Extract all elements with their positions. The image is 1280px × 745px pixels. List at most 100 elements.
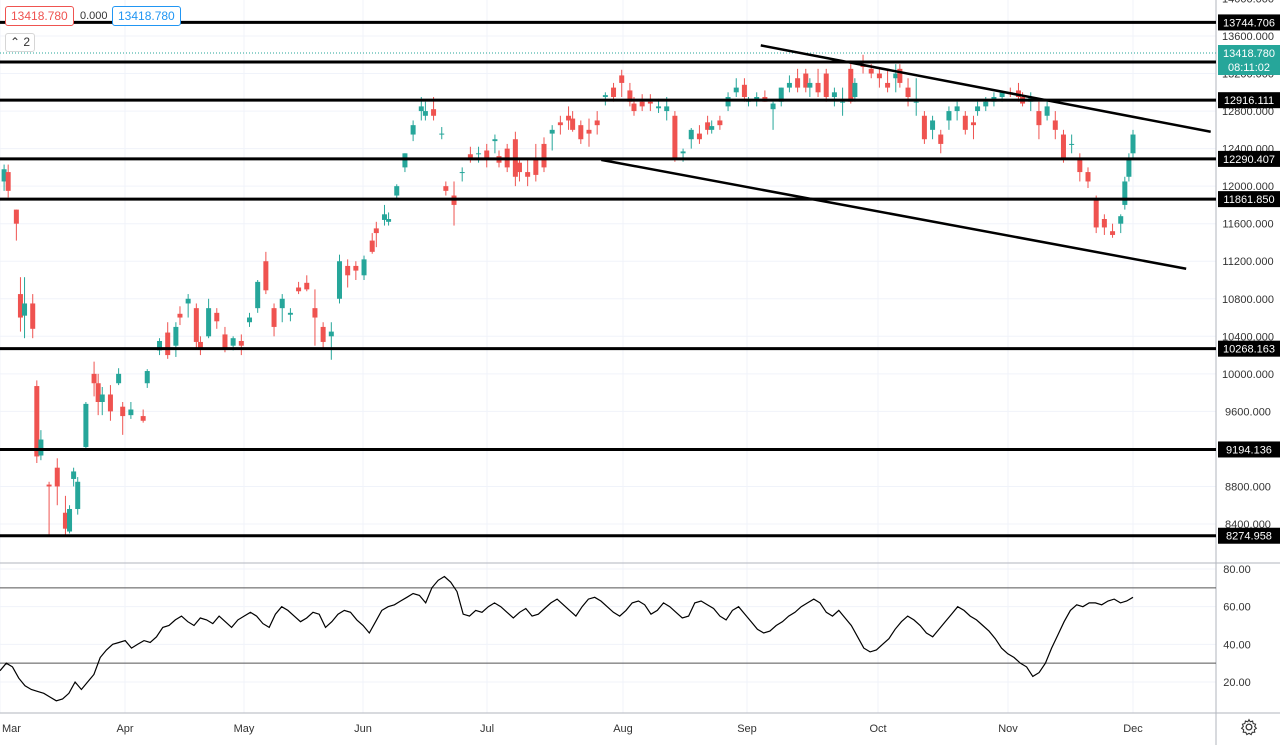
candle-down (165, 332, 171, 356)
time-axis-label: Apr (116, 723, 133, 735)
candle-down (885, 82, 891, 88)
candle-up (422, 111, 428, 116)
candle-down (815, 82, 821, 93)
candle-up (680, 151, 686, 154)
last-price-badge: 13418.780 (112, 6, 181, 26)
candle-up (664, 106, 670, 112)
candle-up (1044, 106, 1050, 116)
candle-up (128, 409, 134, 416)
countdown-label: 08:11:02 (1228, 62, 1270, 74)
candle-up (602, 95, 608, 97)
ohlc-close-badge: 13418.780 (5, 6, 74, 26)
candle-up (930, 120, 936, 130)
time-axis-label: Jul (480, 723, 494, 735)
candle-up (840, 101, 846, 103)
ohlc-change-value: 0.000 (80, 10, 108, 22)
candle-down (717, 120, 723, 126)
rsi-tick-label: 60.00 (1223, 602, 1251, 614)
candle-down (611, 87, 617, 97)
rsi-tick-label: 20.00 (1223, 677, 1251, 689)
candle-down (795, 78, 801, 88)
price-tick-label: 10000.000 (1222, 369, 1274, 381)
candle-down (1036, 111, 1042, 126)
chart-container[interactable]: 14000.00013600.00013200.00012800.0001240… (0, 0, 1280, 745)
time-axis-label: Oct (869, 723, 886, 735)
candle-up (913, 101, 919, 103)
candle-up (807, 82, 813, 88)
candle-up (831, 92, 837, 97)
candle-down (304, 282, 310, 290)
studies-count: 2 (23, 35, 31, 49)
rsi-tick-label: 80.00 (1223, 564, 1251, 576)
gear-icon[interactable] (1240, 718, 1258, 736)
chart-canvas[interactable]: 14000.00013600.00013200.00012800.0001240… (0, 0, 1280, 745)
candle-up (328, 331, 334, 337)
candle-up (656, 106, 662, 109)
candle-up (709, 126, 715, 130)
candle-up (206, 308, 212, 337)
candle-up (71, 471, 77, 479)
level-label: 10268.163 (1223, 344, 1275, 356)
candle-up (688, 129, 694, 140)
price-tick-label: 13600.000 (1222, 31, 1274, 43)
level-label: 11861.850 (1223, 194, 1274, 206)
candle-up (1130, 134, 1136, 154)
level-label: 8274.958 (1226, 531, 1272, 543)
candle-down (1110, 231, 1116, 235)
candle-up (230, 338, 236, 346)
candle-down (238, 341, 244, 346)
price-tick-label: 11200.000 (1222, 256, 1273, 268)
level-label: 12290.407 (1223, 154, 1275, 166)
candle-down (586, 129, 592, 134)
candle-down (431, 109, 437, 116)
candle-up (38, 439, 44, 456)
level-label: 9194.136 (1226, 444, 1272, 456)
candle-up (185, 298, 191, 304)
candle-down (484, 150, 490, 158)
candle-down (594, 120, 600, 126)
time-axis-label: Jun (354, 723, 372, 735)
level-label: 13744.706 (1223, 17, 1275, 29)
candle-down (672, 115, 678, 158)
price-tick-label: 8800.000 (1225, 481, 1271, 493)
candle-down (120, 406, 126, 417)
candle-down (91, 373, 97, 384)
price-tick-label: 11600.000 (1222, 219, 1273, 231)
time-axis-label: Aug (613, 723, 633, 735)
candle-up (67, 508, 73, 532)
candle-down (578, 125, 584, 140)
candle-up (418, 106, 424, 112)
candle-down (962, 115, 968, 130)
candle-down (696, 133, 702, 140)
candle-up (83, 403, 89, 448)
level-label: 12916.111 (1224, 95, 1274, 107)
candle-down (13, 209, 19, 224)
candle-down (516, 162, 522, 173)
candle-down (443, 186, 449, 191)
candle-down (30, 303, 36, 329)
candle-up (116, 373, 122, 384)
candle-up (75, 481, 81, 509)
candle-down (5, 172, 11, 191)
candle-up (1069, 143, 1075, 145)
candle-up (983, 101, 989, 107)
rsi-tick-label: 40.00 (1223, 639, 1251, 651)
candle-up (439, 133, 445, 135)
candle-up (1126, 158, 1132, 177)
candle-up (144, 371, 150, 384)
studies-toggle-button[interactable]: ⌃ 2 (5, 33, 36, 52)
price-tick-label: 14000.000 (1222, 0, 1274, 5)
candle-up (975, 106, 981, 112)
candle-down (619, 75, 625, 83)
candle-up (770, 103, 776, 110)
candle-down (369, 240, 375, 252)
candle-down (921, 115, 927, 140)
candle-down (1085, 172, 1091, 182)
candle-up (733, 87, 739, 93)
candle-down (970, 122, 976, 126)
candle-up (786, 82, 792, 88)
candle-up (394, 186, 400, 196)
candle-up (459, 172, 465, 174)
time-axis-label: Dec (1123, 723, 1143, 735)
candle-up (725, 97, 731, 107)
